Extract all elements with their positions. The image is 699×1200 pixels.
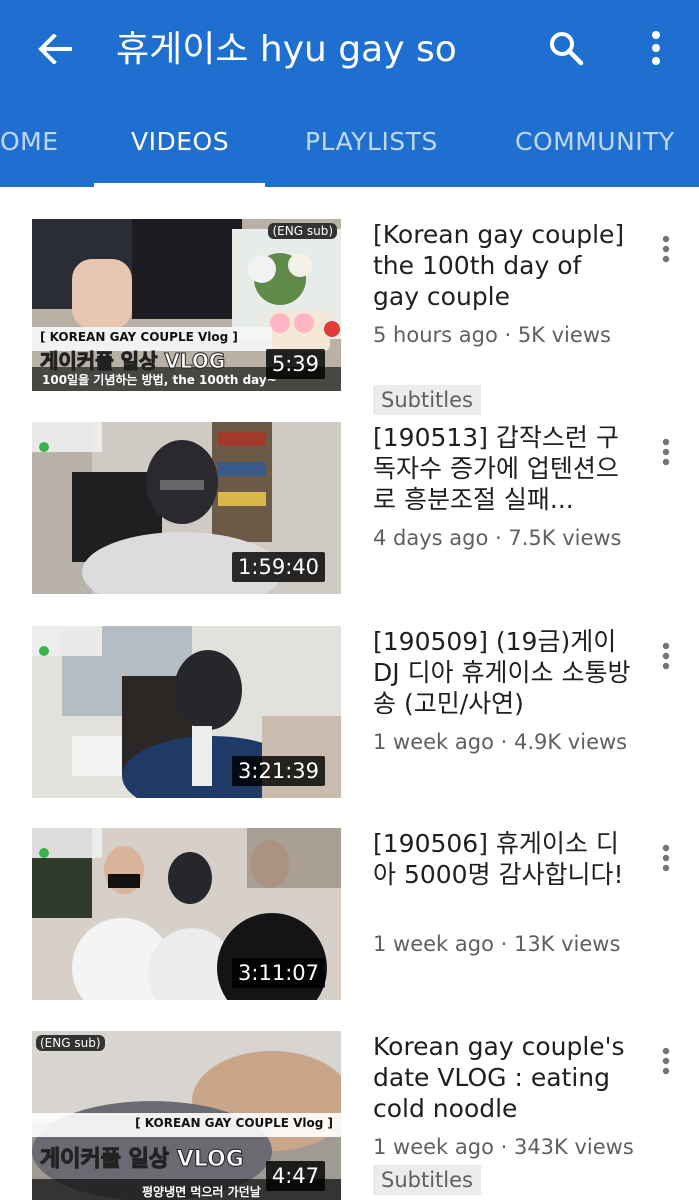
video-title[interactable]: [190506] 휴게이소 디아 5000명 감사합니다! (373, 828, 631, 890)
tab-playlists[interactable]: PLAYLISTS (305, 104, 438, 187)
tab-community[interactable]: COMMUNITY (515, 104, 675, 187)
duration-badge: 3:21:39 (232, 756, 325, 786)
video-menu-button[interactable] (648, 428, 684, 476)
duration-badge: 1:59:40 (232, 552, 325, 582)
duration-badge: 3:11:07 (232, 958, 325, 988)
video-meta: 1 week ago · 13K views (373, 932, 621, 956)
duration-badge: 4:47 (265, 1161, 325, 1191)
video-title[interactable]: [190513] 갑작스런 구독자수 증가에 업텐션으로 흥분조절 실패... (373, 422, 631, 515)
app-bar: 휴게이소 hyu gay so OME VIDEOS PLAYLISTS COM… (0, 0, 699, 187)
thumbnail-main-text: 게이커플 일상 VLOG (40, 1147, 245, 1173)
subtitles-badge: Subtitles (373, 385, 481, 415)
subtitles-badge: Subtitles (373, 1165, 481, 1195)
thumbnail-tag-text: [ KOREAN GAY COUPLE Vlog ] (135, 1116, 333, 1130)
video-title[interactable]: [Korean gay couple] the 100th day of gay… (373, 219, 631, 312)
tab-videos[interactable]: VIDEOS (131, 104, 229, 187)
more-options-button[interactable] (634, 24, 678, 72)
more-vert-icon (662, 642, 670, 670)
channel-tabs: OME VIDEOS PLAYLISTS COMMUNITY (0, 104, 699, 187)
more-vert-icon (662, 235, 670, 263)
duration-badge: 5:39 (265, 349, 325, 379)
channel-title: 휴게이소 hyu gay so (116, 29, 457, 70)
video-meta: 1 week ago · 4.9K views (373, 730, 628, 754)
tab-home[interactable]: OME (0, 104, 59, 187)
video-menu-button[interactable] (648, 225, 684, 273)
video-thumbnail[interactable]: (ENG sub) [ KOREAN GAY COUPLE Vlog ] 게이커… (32, 219, 341, 391)
video-meta: 4 days ago · 7.5K views (373, 526, 622, 550)
video-title[interactable]: Korean gay couple's date VLOG : eating c… (373, 1031, 631, 1124)
video-title[interactable]: [190509] (19금)게이 DJ 디아 휴게이소 소통방송 (고민/사연) (373, 626, 631, 719)
video-thumbnail[interactable]: 3:21:39 (32, 626, 341, 798)
search-button[interactable] (540, 24, 592, 72)
more-vert-icon (662, 844, 670, 872)
video-menu-button[interactable] (648, 632, 684, 680)
video-thumbnail[interactable]: (ENG sub) [ KOREAN GAY COUPLE Vlog ] 게이커… (32, 1031, 341, 1200)
video-menu-button[interactable] (648, 834, 684, 882)
thumbnail-sub-text: 100일을 기념하는 방법, the 100th day~ (42, 373, 277, 387)
thumbnail-sub-text: 평양냉면 먹으러 가던날 (142, 1185, 261, 1199)
back-button[interactable] (30, 26, 80, 72)
thumbnail-main-text: 게이커플 일상 VLOG (39, 349, 226, 374)
video-thumbnail[interactable]: 3:11:07 (32, 828, 341, 1000)
more-vert-icon (652, 31, 660, 65)
search-icon (550, 32, 584, 66)
video-meta: 1 week ago · 343K views (373, 1135, 634, 1159)
video-meta: 5 hours ago · 5K views (373, 323, 611, 347)
video-menu-button[interactable] (648, 1037, 684, 1085)
arrow-back-icon (38, 34, 72, 64)
active-tab-indicator (94, 183, 265, 187)
thumbnail-corner-text: (ENG sub) (36, 1035, 105, 1051)
more-vert-icon (662, 438, 670, 466)
thumbnail-corner-text: (ENG sub) (268, 223, 337, 239)
video-thumbnail[interactable]: 1:59:40 (32, 422, 341, 594)
more-vert-icon (662, 1047, 670, 1075)
thumbnail-tag-text: [ KOREAN GAY COUPLE Vlog ] (40, 330, 238, 344)
